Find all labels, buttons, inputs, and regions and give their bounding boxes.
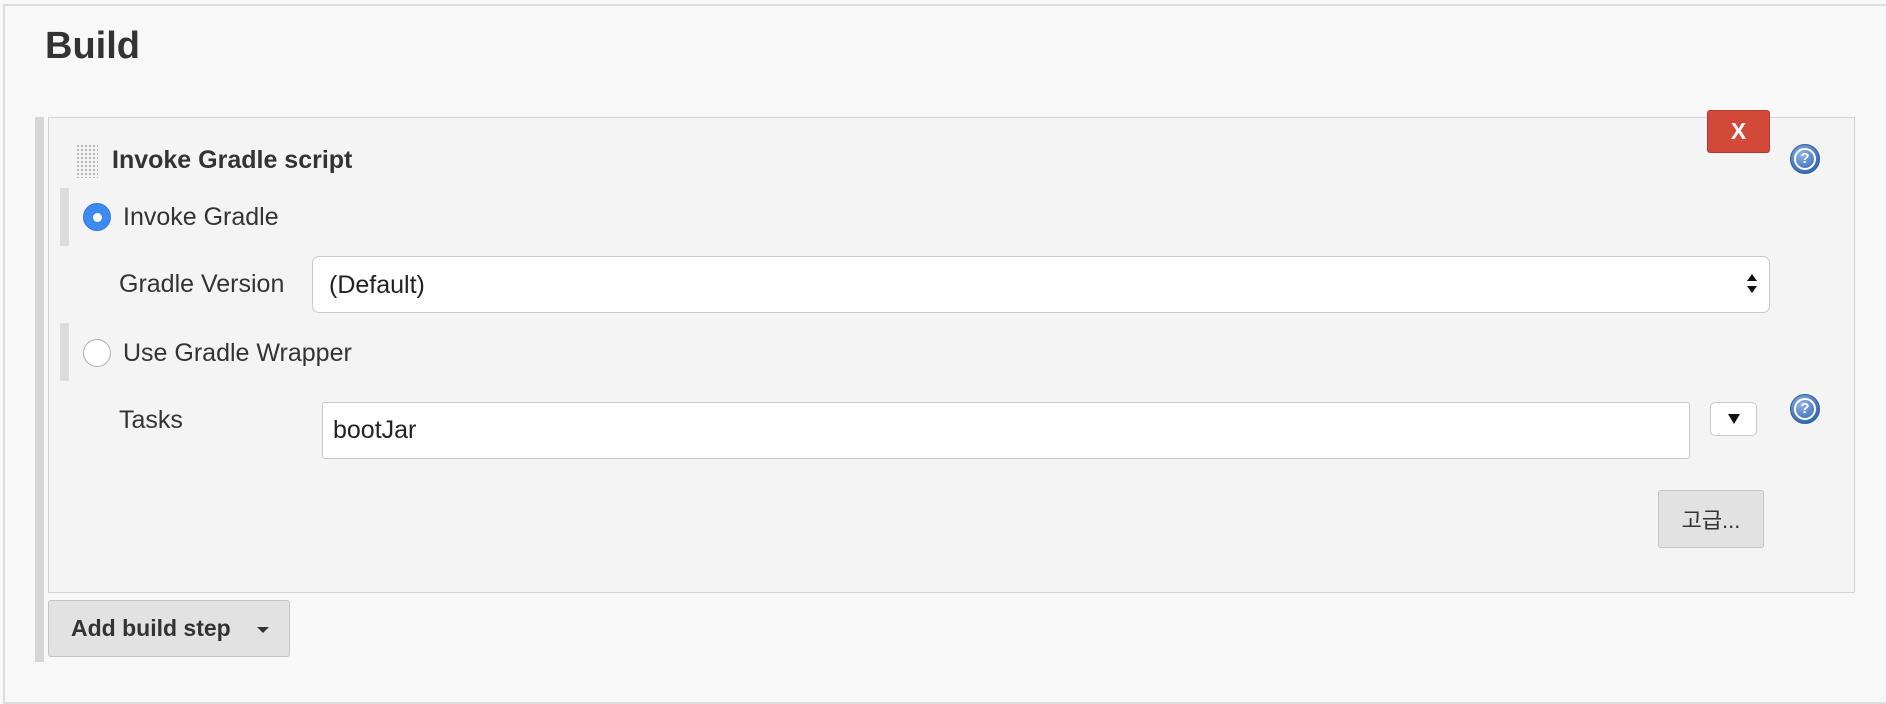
section-indent-bar bbox=[35, 117, 44, 662]
select-arrows-icon bbox=[1747, 274, 1757, 293]
drag-handle-icon[interactable] bbox=[76, 144, 98, 178]
expand-tasks-button[interactable] bbox=[1710, 402, 1757, 436]
tasks-help-icon[interactable]: ? bbox=[1790, 394, 1820, 424]
question-mark-icon: ? bbox=[1794, 398, 1816, 420]
section-left-border bbox=[3, 4, 5, 704]
question-mark-icon: ? bbox=[1794, 148, 1816, 170]
section-title: Build bbox=[45, 25, 140, 67]
add-build-step-label: Add build step bbox=[71, 615, 231, 641]
delete-step-button[interactable]: X bbox=[1707, 110, 1770, 153]
section-top-border bbox=[4, 4, 1886, 6]
add-build-step-button[interactable]: Add build step bbox=[48, 600, 290, 657]
help-icon[interactable]: ? bbox=[1790, 144, 1820, 174]
radio-label: Use Gradle Wrapper bbox=[123, 338, 352, 367]
triangle-down-icon bbox=[1727, 414, 1740, 424]
advanced-button[interactable]: 고급... bbox=[1658, 490, 1764, 548]
option-indent-bar bbox=[60, 323, 69, 381]
gradle-version-label: Gradle Version bbox=[119, 270, 285, 298]
radio-unchecked-icon[interactable] bbox=[83, 339, 111, 367]
tasks-label: Tasks bbox=[119, 406, 183, 434]
gradle-version-select[interactable]: (Default) bbox=[312, 256, 1770, 313]
option-indent-bar bbox=[60, 188, 69, 246]
radio-use-gradle-wrapper[interactable]: Use Gradle Wrapper bbox=[83, 336, 352, 370]
gradle-version-value: (Default) bbox=[329, 271, 425, 299]
tasks-input[interactable] bbox=[322, 402, 1690, 459]
radio-checked-icon[interactable] bbox=[83, 203, 111, 231]
radio-invoke-gradle[interactable]: Invoke Gradle bbox=[83, 200, 279, 234]
radio-label: Invoke Gradle bbox=[123, 202, 279, 231]
caret-down-icon bbox=[257, 627, 269, 633]
build-step-title: Invoke Gradle script bbox=[112, 146, 353, 174]
